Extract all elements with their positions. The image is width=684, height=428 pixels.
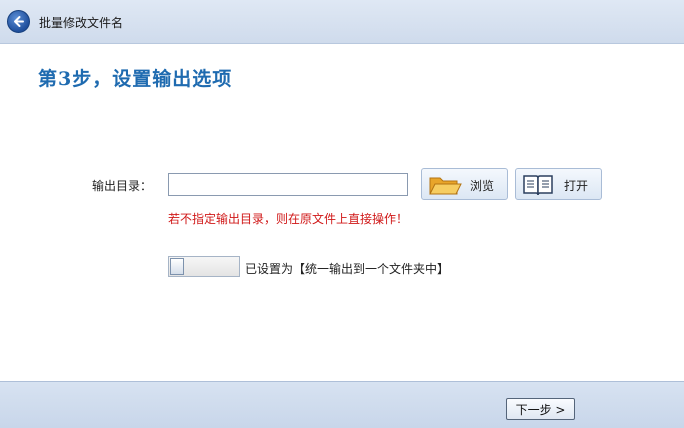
browse-label: 浏览 (470, 179, 495, 193)
footer-bar: 下一步 > (0, 381, 684, 428)
book-icon (522, 173, 554, 200)
output-toggle-switch[interactable] (168, 256, 240, 277)
open-button[interactable]: 打开 (515, 168, 602, 200)
folder-icon (428, 173, 462, 200)
header-bar: 批量修改文件名 (0, 0, 684, 44)
output-dir-label: 输出目录： (92, 179, 153, 193)
warning-text: 若不指定输出目录，则在原文件上直接操作！ (168, 212, 409, 226)
toggle-knob (170, 258, 184, 275)
back-arrow-icon[interactable] (7, 10, 30, 33)
step-title: 第3步，设置输出选项 (38, 68, 233, 90)
toggle-label: 已设置为【统一输出到一个文件夹中】 (245, 262, 450, 276)
browse-button[interactable]: 浏览 (421, 168, 508, 200)
output-dir-input[interactable] (168, 173, 408, 196)
open-label: 打开 (564, 179, 589, 193)
window-title: 批量修改文件名 (39, 16, 124, 30)
next-step-button[interactable]: 下一步 > (506, 398, 575, 420)
